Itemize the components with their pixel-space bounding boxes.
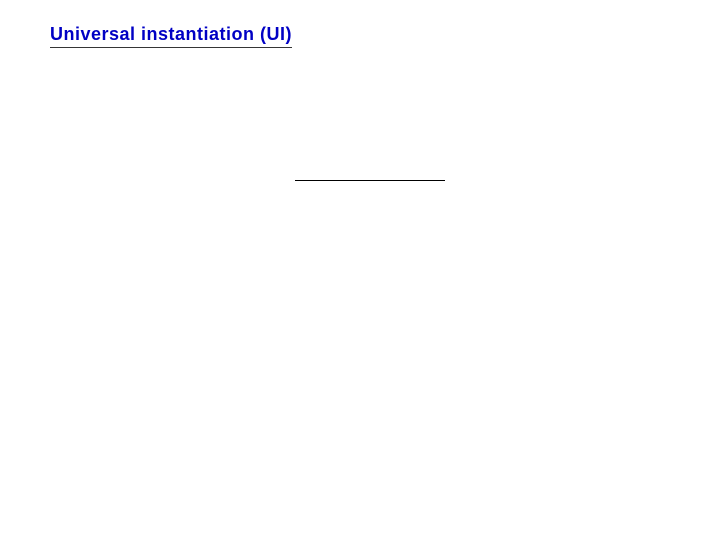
slide-title: Universal instantiation (UI) — [50, 24, 292, 48]
inference-rule-divider — [295, 180, 445, 181]
